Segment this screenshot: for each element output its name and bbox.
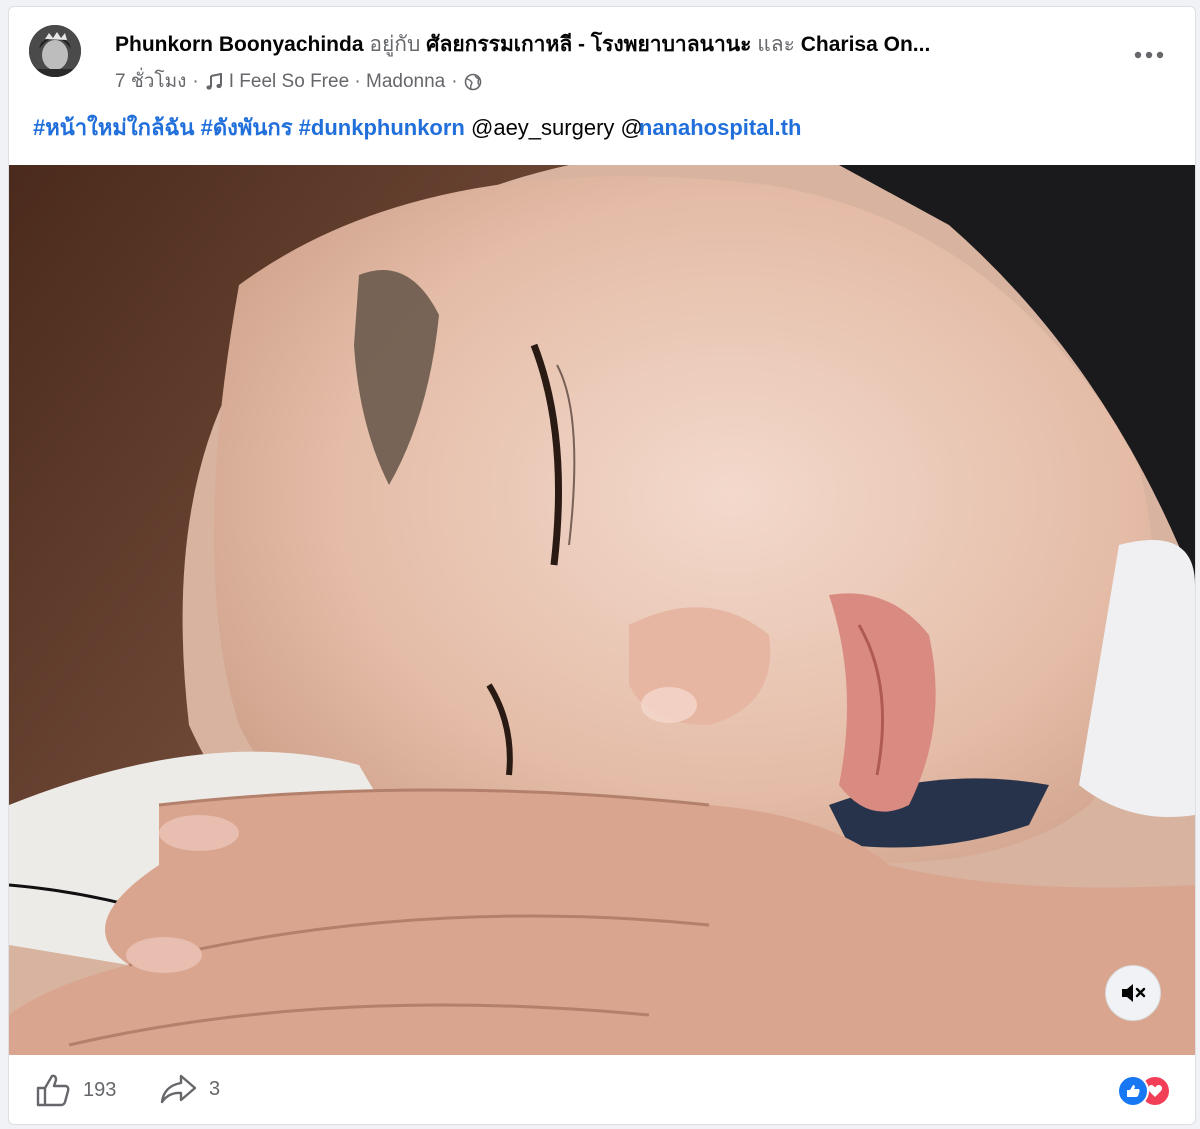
heart-icon: [1147, 1085, 1163, 1097]
more-options-button[interactable]: [1131, 43, 1167, 67]
thumbs-up-icon: [36, 1074, 70, 1107]
like-action[interactable]: 193: [35, 1073, 116, 1107]
and-word: และ: [757, 33, 795, 56]
post-caption: #หน้าใหม่ใกล้ฉัน #ดังพันกร #dunkphunkorn…: [33, 113, 801, 143]
music-note-icon: [206, 73, 222, 90]
author-avatar[interactable]: [29, 25, 81, 77]
post-video[interactable]: [9, 165, 1195, 1055]
post-footer: 193 3: [9, 1055, 1195, 1124]
reaction-summary[interactable]: [1117, 1075, 1173, 1107]
with-word: อยู่กับ: [369, 33, 421, 56]
more-horizontal-icon: [1134, 51, 1164, 59]
share-count: 3: [209, 1077, 221, 1100]
avatar-image: [29, 25, 81, 77]
post-card: Phunkorn Boonyachinda อยู่กับ ศัลยกรรมเก…: [8, 6, 1196, 1125]
hashtag-link[interactable]: #ดังพันกร: [201, 115, 293, 140]
thumbs-up-icon: [1127, 1085, 1140, 1097]
post-meta: 7 ชั่วโมง · I Feel So Free · Madonna ·: [115, 69, 482, 95]
tagged-page[interactable]: ศัลยกรรมเกาหลี - โรงพยาบาลนานะ: [426, 33, 751, 56]
video-frame: [9, 165, 1195, 1055]
like-count: 193: [83, 1078, 117, 1101]
like-reaction-icon: [1117, 1075, 1149, 1107]
tagged-person[interactable]: Charisa On...: [801, 33, 931, 56]
author-name[interactable]: Phunkorn Boonyachinda: [115, 33, 364, 56]
hashtag-link[interactable]: #dunkphunkorn: [299, 115, 465, 140]
globe-icon[interactable]: [464, 73, 482, 91]
post-time[interactable]: 7 ชั่วโมง: [115, 69, 186, 95]
meta-separator-2: ·: [451, 71, 458, 92]
hashtag-link[interactable]: #หน้าใหม่ใกล้ฉัน: [33, 115, 194, 140]
meta-separator: ·: [192, 71, 199, 92]
post-header: Phunkorn Boonyachinda อยู่กับ ศัลยกรรมเก…: [115, 31, 1115, 59]
music-track[interactable]: I Feel So Free · Madonna: [229, 69, 446, 95]
share-arrow-icon: [160, 1074, 197, 1104]
mute-toggle-button[interactable]: [1105, 965, 1161, 1021]
mention-link[interactable]: nanahospital.th: [639, 115, 802, 140]
share-action[interactable]: 3: [159, 1073, 220, 1105]
mention-text: @aey_surgery: [471, 115, 615, 140]
speaker-muted-icon: [1122, 984, 1146, 1002]
